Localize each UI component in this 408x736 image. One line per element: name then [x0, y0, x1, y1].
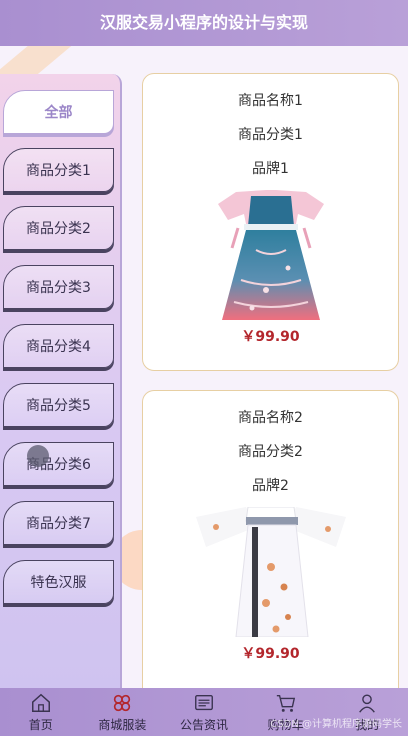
- news-icon: [195, 694, 213, 710]
- category-item[interactable]: 商品分类4: [3, 324, 114, 368]
- category-sidebar: 全部 商品分类1 商品分类2 商品分类3 商品分类4 商品分类5 商品分类6 商…: [0, 74, 122, 688]
- page-title: 汉服交易小程序的设计与实现: [0, 0, 408, 46]
- product-name: 商品名称1: [238, 93, 303, 109]
- tab-home[interactable]: 首页: [0, 688, 82, 736]
- product-card[interactable]: 商品名称2 商品分类2 品牌2 ￥99.90: [142, 390, 399, 688]
- tab-label: 商城服装: [98, 717, 147, 732]
- category-item[interactable]: 商品分类6: [3, 442, 114, 486]
- tab-label: 首页: [28, 717, 53, 732]
- user-icon: [359, 694, 376, 713]
- category-item[interactable]: 商品分类1: [3, 148, 114, 192]
- watermark-text: CSDN @计算机程序源码学长: [270, 719, 402, 730]
- product-category: 商品分类2: [238, 444, 303, 460]
- category-item[interactable]: 商品分类7: [3, 501, 114, 545]
- tab-label: 公告资讯: [179, 717, 228, 732]
- tab-news[interactable]: 公告资讯: [163, 688, 245, 736]
- product-price: ￥99.90: [241, 646, 300, 662]
- product-name: 商品名称2: [238, 410, 303, 426]
- home-icon: [31, 693, 50, 712]
- category-special-hanfu[interactable]: 特色汉服: [3, 560, 114, 604]
- category-item[interactable]: 商品分类3: [3, 265, 114, 309]
- white-floral-hanfu-dress-image: [195, 506, 346, 638]
- cart-icon: [276, 694, 295, 712]
- bottom-tab-bar: 首页 商城服装 公告资讯 购物车 我的 CSDN @计算机程序源码学长: [0, 688, 408, 736]
- category-item[interactable]: 商品分类5: [3, 383, 114, 427]
- product-price: ￥99.90: [241, 329, 300, 345]
- category-item[interactable]: 商品分类2: [3, 206, 114, 250]
- category-all[interactable]: 全部: [3, 90, 114, 134]
- product-category: 商品分类1: [238, 127, 303, 143]
- product-image[interactable]: [195, 506, 346, 638]
- touch-indicator: [27, 445, 49, 467]
- tab-clothing-store[interactable]: 商城服装: [82, 688, 164, 736]
- product-brand: 品牌1: [252, 161, 289, 177]
- product-card[interactable]: 商品名称1 商品分类1 品牌1 ￥99.90: [142, 73, 399, 371]
- product-image[interactable]: [196, 190, 346, 320]
- product-brand: 品牌2: [252, 478, 289, 494]
- clover-icon: [114, 694, 131, 711]
- blue-pink-hanfu-dress-image: [217, 190, 324, 320]
